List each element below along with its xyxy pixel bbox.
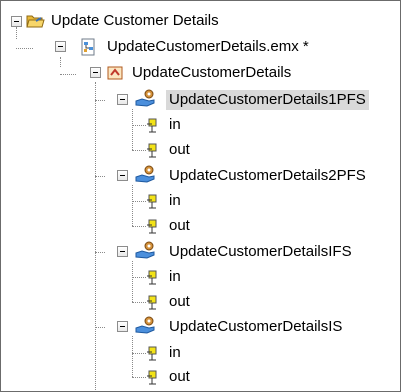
tree-guide-line [132, 261, 133, 302]
tree-guide-line [132, 150, 146, 151]
tree-guide-line [132, 125, 146, 126]
tree-guide-line [95, 82, 96, 391]
collapse-toggle[interactable] [117, 246, 128, 257]
component-icon [135, 164, 155, 184]
collapse-toggle[interactable] [90, 67, 101, 78]
tree-item-component[interactable]: UpdateCustomerDetailsIS [169, 317, 342, 337]
collapse-toggle[interactable] [117, 170, 128, 181]
tree-guide-line [16, 48, 33, 49]
component-icon [135, 240, 155, 260]
tree-guide-line [132, 353, 146, 354]
port-icon [146, 267, 166, 287]
tree-item-port[interactable]: in [169, 343, 181, 363]
tree-guide-line [16, 27, 17, 39]
port-icon [146, 292, 166, 312]
tree-guide-line [132, 377, 146, 378]
tree-item-model[interactable]: UpdateCustomerDetails.emx * [107, 37, 309, 57]
tree-guide-line [95, 252, 105, 253]
tree-guide-line [132, 226, 146, 227]
tree-guide-line [95, 100, 105, 101]
tree-guide-line [132, 336, 133, 377]
port-icon [146, 140, 166, 160]
collapse-toggle[interactable] [55, 41, 66, 52]
tree-guide-line [95, 176, 105, 177]
package-icon [105, 63, 125, 83]
port-icon [146, 367, 166, 387]
collapse-toggle[interactable] [11, 16, 22, 27]
component-icon [135, 88, 155, 108]
tree-item-port[interactable]: in [169, 115, 181, 135]
tree-guide-line [95, 327, 105, 328]
tree-guide-line [60, 57, 61, 67]
tree-item-port[interactable]: out [169, 292, 190, 312]
tree-guide-line [132, 201, 146, 202]
port-icon [146, 191, 166, 211]
tree-item-port[interactable]: in [169, 267, 181, 287]
tree-item-port[interactable]: out [169, 216, 190, 236]
tree-item-port[interactable]: out [169, 140, 190, 160]
port-icon [146, 115, 166, 135]
tree-guide-line [132, 185, 133, 226]
tree-item-component[interactable]: UpdateCustomerDetails2PFS [169, 166, 366, 186]
tree-guide-line [60, 74, 76, 75]
tree-guide-line [132, 109, 133, 150]
tree-guide-line [132, 277, 146, 278]
tree-item-port[interactable]: out [169, 367, 190, 387]
tree-item-component[interactable]: UpdateCustomerDetailsIFS [169, 242, 352, 262]
project-explorer-tree: Update Customer Details UpdateCustomerDe… [0, 0, 401, 392]
tree-guide-line [132, 302, 146, 303]
tree-item-project[interactable]: Update Customer Details [51, 11, 219, 31]
folder-icon [25, 11, 45, 31]
component-icon [135, 315, 155, 335]
collapse-toggle[interactable] [117, 321, 128, 332]
uml-model-icon [79, 37, 99, 57]
collapse-toggle[interactable] [117, 94, 128, 105]
port-icon [146, 343, 166, 363]
tree-item-package[interactable]: UpdateCustomerDetails [132, 63, 291, 83]
tree-item-component[interactable]: UpdateCustomerDetails1PFS [166, 90, 369, 110]
port-icon [146, 216, 166, 236]
tree-item-port[interactable]: in [169, 191, 181, 211]
